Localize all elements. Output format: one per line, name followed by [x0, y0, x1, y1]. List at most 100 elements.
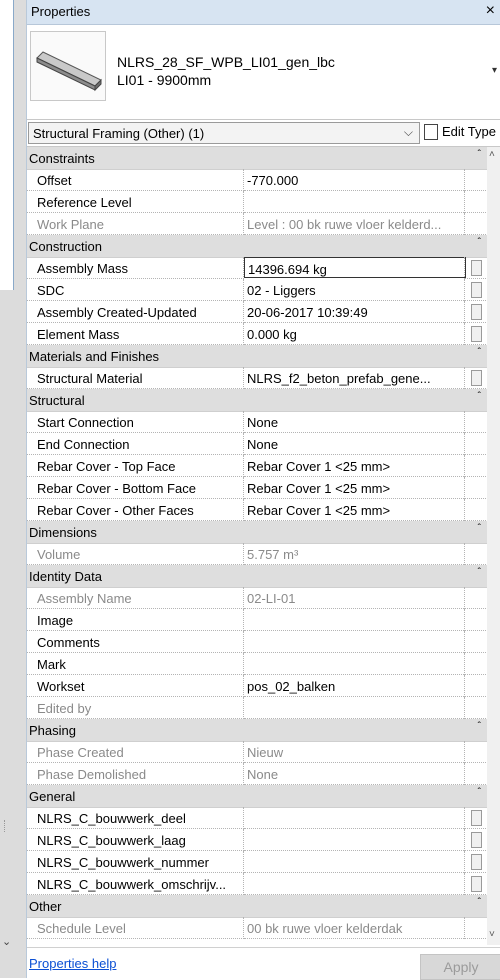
- property-value-field[interactable]: [244, 807, 464, 829]
- property-value-field[interactable]: 0.000 kg: [244, 323, 464, 345]
- group-header[interactable]: Materials and Finishes ˆ: [27, 345, 487, 368]
- property-value-field[interactable]: pos_02_balken: [244, 675, 464, 697]
- property-value-field: Nieuw: [244, 741, 464, 763]
- browse-icon[interactable]: [471, 370, 482, 386]
- collapse-icon[interactable]: ˆ: [478, 523, 481, 534]
- property-value-field[interactable]: NLRS_f2_beton_prefab_gene...: [244, 367, 464, 389]
- scroll-up-icon[interactable]: ˄: [489, 149, 495, 160]
- resize-grip-icon[interactable]: [4, 820, 11, 832]
- browse-icon[interactable]: [471, 854, 482, 870]
- type-name: LI01 - 9900mm: [117, 72, 212, 88]
- property-value-field[interactable]: 14396.694 kg: [244, 257, 466, 278]
- group-header[interactable]: Phasing ˆ: [27, 719, 487, 742]
- property-name: Rebar Cover - Other Faces: [37, 503, 194, 518]
- property-value-field[interactable]: 20-06-2017 10:39:49: [244, 301, 464, 323]
- collapse-icon[interactable]: ˆ: [478, 149, 481, 160]
- property-value-field: 02-LI-01: [244, 587, 464, 609]
- property-name: Rebar Cover - Bottom Face: [37, 481, 196, 496]
- property-row: NLRS_C_bouwwerk_omschrijv...: [27, 873, 487, 895]
- property-value-field[interactable]: [244, 631, 464, 653]
- type-dropdown-icon[interactable]: ▾: [492, 65, 497, 76]
- properties-help-link[interactable]: Properties help: [29, 956, 116, 971]
- type-selector[interactable]: NLRS_28_SF_WPB_LI01_gen_lbc LI01 - 9900m…: [27, 25, 500, 119]
- value-button-cell: [464, 631, 487, 653]
- property-value-field[interactable]: [244, 609, 464, 631]
- property-value-field[interactable]: [244, 851, 464, 873]
- group-header[interactable]: Identity Data ˆ: [27, 565, 487, 588]
- property-name: NLRS_C_bouwwerk_omschrijv...: [37, 877, 227, 892]
- property-value-field[interactable]: Rebar Cover 1 <25 mm>: [244, 477, 464, 499]
- apply-button[interactable]: Apply: [420, 954, 500, 980]
- selection-filter-dropdown[interactable]: Structural Framing (Other) (1) ⌵: [28, 122, 420, 144]
- property-name-cell: NLRS_C_bouwwerk_omschrijv...: [27, 873, 244, 895]
- browse-icon[interactable]: [471, 832, 482, 848]
- collapse-icon[interactable]: ˆ: [478, 391, 481, 402]
- browse-icon[interactable]: [471, 282, 482, 298]
- property-value-field[interactable]: None: [244, 433, 464, 455]
- group-name: Construction: [29, 239, 102, 254]
- collapse-icon[interactable]: ˆ: [478, 721, 481, 732]
- value-button-cell: [464, 873, 487, 895]
- property-value: -770.000: [247, 173, 299, 188]
- property-value-field[interactable]: [244, 829, 464, 851]
- property-row: Rebar Cover - Top Face Rebar Cover 1 <25 …: [27, 455, 487, 477]
- property-row: Element Mass 0.000 kg: [27, 323, 487, 345]
- group-header[interactable]: Construction ˆ: [27, 235, 487, 258]
- value-button-cell: [464, 741, 487, 763]
- property-value-field[interactable]: Rebar Cover 1 <25 mm>: [244, 455, 464, 477]
- property-value: pos_02_balken: [247, 679, 336, 694]
- property-name: NLRS_C_bouwwerk_nummer: [37, 855, 209, 870]
- value-button-cell: [464, 675, 487, 697]
- browse-icon[interactable]: [471, 326, 482, 342]
- group-header[interactable]: Structural ˆ: [27, 389, 487, 412]
- group-name: Structural: [29, 393, 85, 408]
- scroll-down-icon[interactable]: ⌄: [2, 935, 11, 948]
- palette-titlebar: Properties ×: [27, 0, 500, 25]
- property-row: Volume 5.757 m³: [27, 543, 487, 565]
- grid-scrollbar[interactable]: ˄ ˅: [487, 147, 500, 945]
- browse-icon[interactable]: [471, 810, 482, 826]
- property-row: Start Connection None: [27, 411, 487, 433]
- group-header[interactable]: Constraints ˆ: [27, 147, 487, 170]
- property-value-field[interactable]: [244, 653, 464, 675]
- value-button-cell: [464, 169, 487, 191]
- property-name: Work Plane: [37, 217, 104, 232]
- property-name-cell: Assembly Mass: [27, 257, 244, 279]
- browse-icon[interactable]: [471, 304, 482, 320]
- collapse-icon[interactable]: ˆ: [478, 787, 481, 798]
- property-value-field[interactable]: [244, 873, 464, 895]
- scroll-down-icon[interactable]: ˅: [489, 929, 495, 940]
- property-name: Offset: [37, 173, 72, 188]
- browse-icon[interactable]: [471, 260, 482, 276]
- group-header[interactable]: Other ˆ: [27, 895, 487, 918]
- apply-label: Apply: [443, 959, 479, 975]
- browse-icon[interactable]: [471, 876, 482, 892]
- edit-type-icon: [424, 124, 438, 140]
- property-value: None: [247, 767, 279, 782]
- property-name: Comments: [37, 635, 100, 650]
- group-header[interactable]: Dimensions ˆ: [27, 521, 487, 544]
- property-value-field[interactable]: None: [244, 411, 464, 433]
- property-value-field[interactable]: Rebar Cover 1 <25 mm>: [244, 499, 464, 521]
- property-value-field[interactable]: -770.000: [244, 169, 464, 191]
- collapse-icon[interactable]: ˆ: [478, 237, 481, 248]
- group-header[interactable]: General ˆ: [27, 785, 487, 808]
- property-name: Assembly Name: [37, 591, 132, 606]
- property-name: Assembly Created-Updated: [37, 305, 197, 320]
- group-name: Other: [29, 899, 62, 914]
- property-value-field: None: [244, 763, 464, 785]
- property-value-field[interactable]: 02 - Liggers: [244, 279, 464, 301]
- property-row: Assembly Created-Updated 20-06-2017 10:39…: [27, 301, 487, 323]
- edit-type-button[interactable]: Edit Type: [422, 122, 500, 142]
- palette-title: Properties: [31, 4, 91, 19]
- property-name: SDC: [37, 283, 65, 298]
- property-name: Assembly Mass: [37, 261, 129, 276]
- property-value-field[interactable]: [244, 191, 464, 213]
- close-icon[interactable]: ×: [486, 2, 495, 20]
- collapse-icon[interactable]: ˆ: [478, 567, 481, 578]
- collapse-icon[interactable]: ˆ: [478, 897, 481, 908]
- property-name-cell: Phase Created: [27, 741, 244, 763]
- value-button-cell: [464, 323, 487, 345]
- collapse-icon[interactable]: ˆ: [478, 347, 481, 358]
- property-value: NLRS_f2_beton_prefab_gene...: [247, 371, 431, 386]
